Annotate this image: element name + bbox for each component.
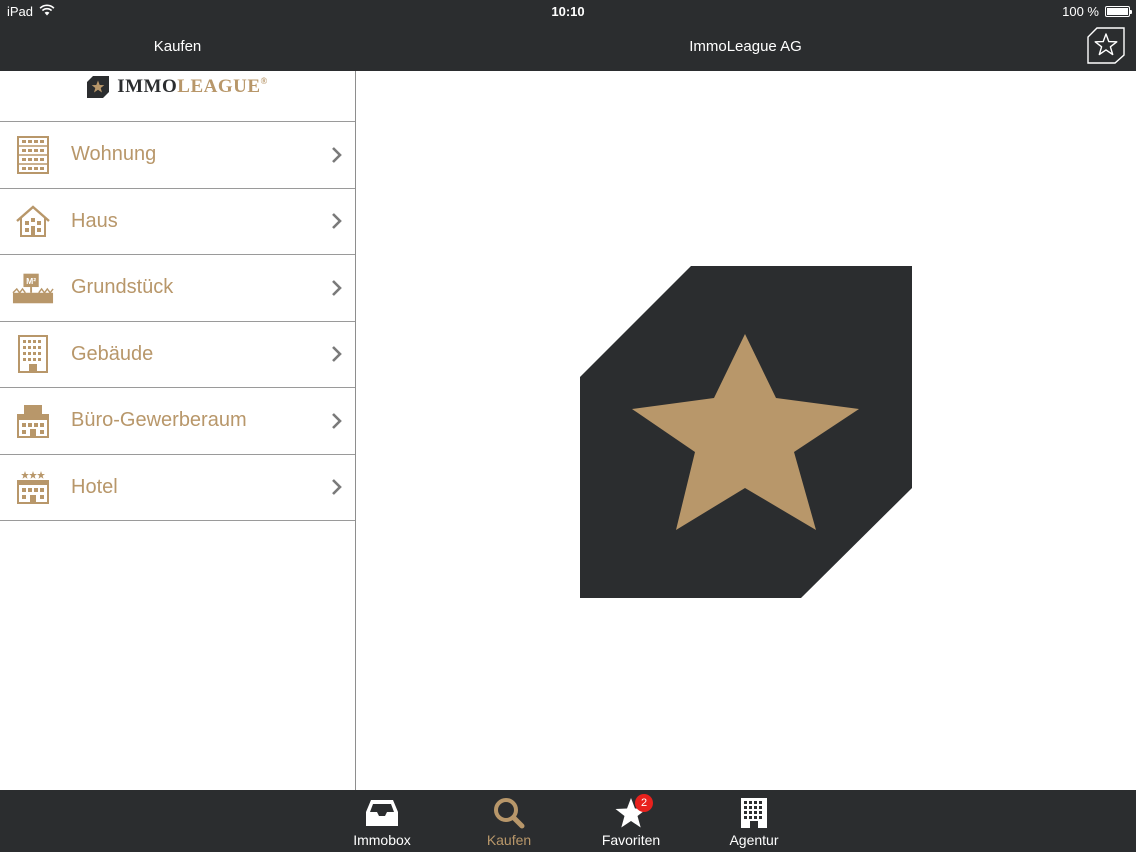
menu-item-label: Haus xyxy=(71,209,118,232)
office-icon xyxy=(12,400,54,442)
land-plot-icon: M² xyxy=(12,267,54,309)
tab-bar: Immobox Kaufen 2 Favoriten Agentur xyxy=(0,790,1136,852)
favorites-badge: 2 xyxy=(635,794,653,812)
chevron-right-icon xyxy=(332,346,342,363)
tab-label: Immobox xyxy=(353,832,411,848)
status-time: 10:10 xyxy=(551,4,585,19)
hotel-icon xyxy=(12,466,54,508)
immoleague-emblem-icon xyxy=(580,266,912,598)
menu-item-hotel[interactable]: Hotel xyxy=(0,455,355,521)
apartment-icon xyxy=(12,134,54,176)
tab-favoriten[interactable]: 2 Favoriten xyxy=(576,794,686,850)
menu-item-label: Wohnung xyxy=(71,143,157,166)
tab-label: Favoriten xyxy=(601,832,661,848)
sidebar-nav-title: Kaufen xyxy=(153,38,202,55)
main-content xyxy=(356,71,1136,790)
agency-building-icon xyxy=(736,796,772,830)
menu-item-label: Hotel xyxy=(71,475,118,498)
logo-registered: ® xyxy=(260,76,268,86)
menu-item-wohnung[interactable]: Wohnung xyxy=(0,122,355,189)
top-bar: iPad 10:10 100 % Kaufen ImmoLeague AG xyxy=(0,0,1136,71)
main-nav-title: ImmoLeague AG xyxy=(689,38,802,55)
menu-item-label: Gebäude xyxy=(71,342,154,365)
tab-agentur[interactable]: Agentur xyxy=(699,796,809,850)
status-right: 100 % xyxy=(1062,4,1132,19)
sidebar: IMMOLEAGUE® Wohnung Haus M² Grundstück G… xyxy=(0,71,356,790)
immoleague-logo: IMMOLEAGUE® xyxy=(0,71,355,122)
battery-icon xyxy=(1105,6,1132,17)
building-icon xyxy=(12,333,54,375)
inbox-icon xyxy=(364,796,400,830)
plot-icon-text: M² xyxy=(26,276,36,286)
chevron-right-icon xyxy=(332,213,342,230)
tab-label: Agentur xyxy=(729,832,779,848)
logo-immo: IMMO xyxy=(117,76,178,97)
battery-percent: 100 % xyxy=(1062,4,1099,19)
tab-immobox[interactable]: Immobox xyxy=(327,796,437,850)
menu-item-label: Büro-Gewerberaum xyxy=(71,409,247,432)
logo-star-icon xyxy=(87,76,110,98)
logo-wordmark: IMMOLEAGUE® xyxy=(117,76,268,98)
tab-label: Kaufen xyxy=(486,832,532,848)
chevron-right-icon xyxy=(332,412,342,429)
tab-kaufen[interactable]: Kaufen xyxy=(454,796,564,850)
house-icon xyxy=(12,200,54,242)
chevron-right-icon xyxy=(332,279,342,296)
menu-item-haus[interactable]: Haus xyxy=(0,189,355,255)
chevron-right-icon xyxy=(332,146,342,163)
star-outline-icon xyxy=(1087,27,1125,64)
menu-item-gebaeude[interactable]: Gebäude xyxy=(0,322,355,388)
favorites-nav-button[interactable] xyxy=(1087,27,1125,64)
chevron-right-icon xyxy=(332,479,342,496)
logo-league: LEAGUE xyxy=(177,76,261,97)
star-icon: 2 xyxy=(613,794,653,830)
menu-item-grundstueck[interactable]: M² Grundstück xyxy=(0,255,355,322)
menu-item-label: Grundstück xyxy=(71,276,174,299)
menu-item-buero-gewerberaum[interactable]: Büro-Gewerberaum xyxy=(0,388,355,455)
search-icon xyxy=(491,796,527,830)
